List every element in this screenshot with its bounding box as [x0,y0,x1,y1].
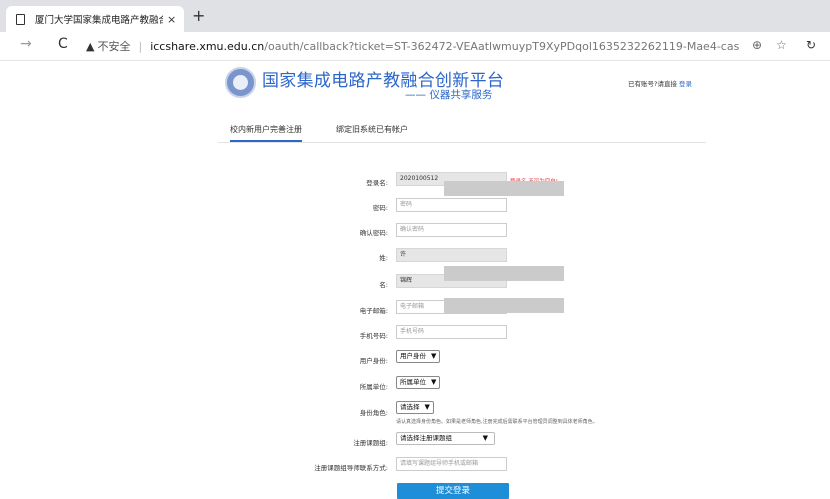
document-icon [16,13,25,25]
chevron-down-icon: ▼ [431,352,437,360]
email-label: 电子邮箱: [359,307,388,315]
security-label: 不安全 [97,40,131,53]
brand-subtitle: —— 仪器共享服务 [405,89,493,101]
url-path: /oauth/callback?ticket=ST-362472-VEAatlw… [264,39,740,53]
reload-icon[interactable]: C [58,36,68,52]
refresh-icon[interactable]: ↻ [806,38,816,52]
favorite-icon[interactable]: ☆ [776,38,787,52]
tab-title: 厦门大学国家集成电路产教融合创新 [35,15,163,26]
unit-select-value: 所属单位 [400,378,426,386]
login-link[interactable]: 登录 [679,80,692,88]
browser-tab[interactable]: 厦门大学国家集成电路产教融合创新 × [6,6,184,32]
role-label: 身份角色: [359,409,388,417]
zoom-icon[interactable]: ⊕ [752,38,762,52]
advisor-input[interactable]: 请填写课题组导师手机或邮箱 [396,457,507,471]
redaction-block [444,181,564,196]
phone-label: 手机号码: [359,332,388,340]
password-label: 密码: [372,204,388,212]
url-host: iccshare.xmu.edu.cn [150,39,265,53]
browser-tab-strip: 厦门大学国家集成电路产教融合创新 × + [0,0,830,32]
confirm-password-label: 确认密码: [359,229,388,237]
address-separator: | [138,39,143,53]
role-note: 请认真选择身份角色。如果是老师角色,注册完成后需联系平台管理员调整到具体老师角色… [396,419,598,425]
password-input[interactable]: 密码 [396,198,507,212]
role-select[interactable]: 请选择 ▼ [396,401,434,414]
phone-input[interactable]: 手机号码 [396,325,507,339]
chevron-down-icon: ▼ [424,403,430,411]
group-select[interactable]: 请选择注册课题组 ▼ [396,432,495,445]
form-tabs: 校内新用户完善注册 绑定旧系统已有帐户 [218,124,706,143]
redaction-block [444,298,564,313]
tab-new-user[interactable]: 校内新用户完善注册 [230,124,302,142]
back-icon[interactable]: → [20,36,32,52]
identity-label: 用户身份: [359,357,388,365]
givenname-label: 名: [379,281,388,289]
close-tab-icon[interactable]: × [167,13,176,26]
address-bar-row: → C ▲ 不安全 | iccshare.xmu.edu.cn/oauth/ca… [0,32,830,61]
surname-input[interactable]: 许 [396,248,507,262]
group-select-value: 请选择注册课题组 [400,434,452,442]
surname-label: 姓: [379,254,388,262]
unit-select[interactable]: 所属单位 ▼ [396,376,441,389]
confirm-password-input[interactable]: 确认密码 [396,223,507,237]
login-hint: 已有账号?请直接 登录 [628,78,692,88]
warning-icon: ▲ [86,39,95,53]
username-label: 登录名: [366,179,388,187]
identity-select[interactable]: 用户身份 ▼ [396,350,441,363]
identity-select-value: 用户身份 [400,352,426,360]
group-label: 注册课题组: [353,439,388,447]
advisor-label: 注册课题组导师联系方式: [314,464,388,472]
unit-label: 所属单位: [359,383,388,391]
redaction-block [444,266,564,281]
chevron-down-icon: ▼ [431,378,437,386]
login-hint-text: 已有账号?请直接 [628,80,677,88]
university-logo [225,67,256,98]
new-tab-button[interactable]: + [192,6,205,26]
tab-bind-account[interactable]: 绑定旧系统已有帐户 [336,124,408,135]
role-select-value: 请选择 [400,403,420,411]
address-bar[interactable]: ▲ 不安全 | iccshare.xmu.edu.cn/oauth/callba… [86,38,739,54]
chevron-down-icon: ▼ [482,434,488,442]
